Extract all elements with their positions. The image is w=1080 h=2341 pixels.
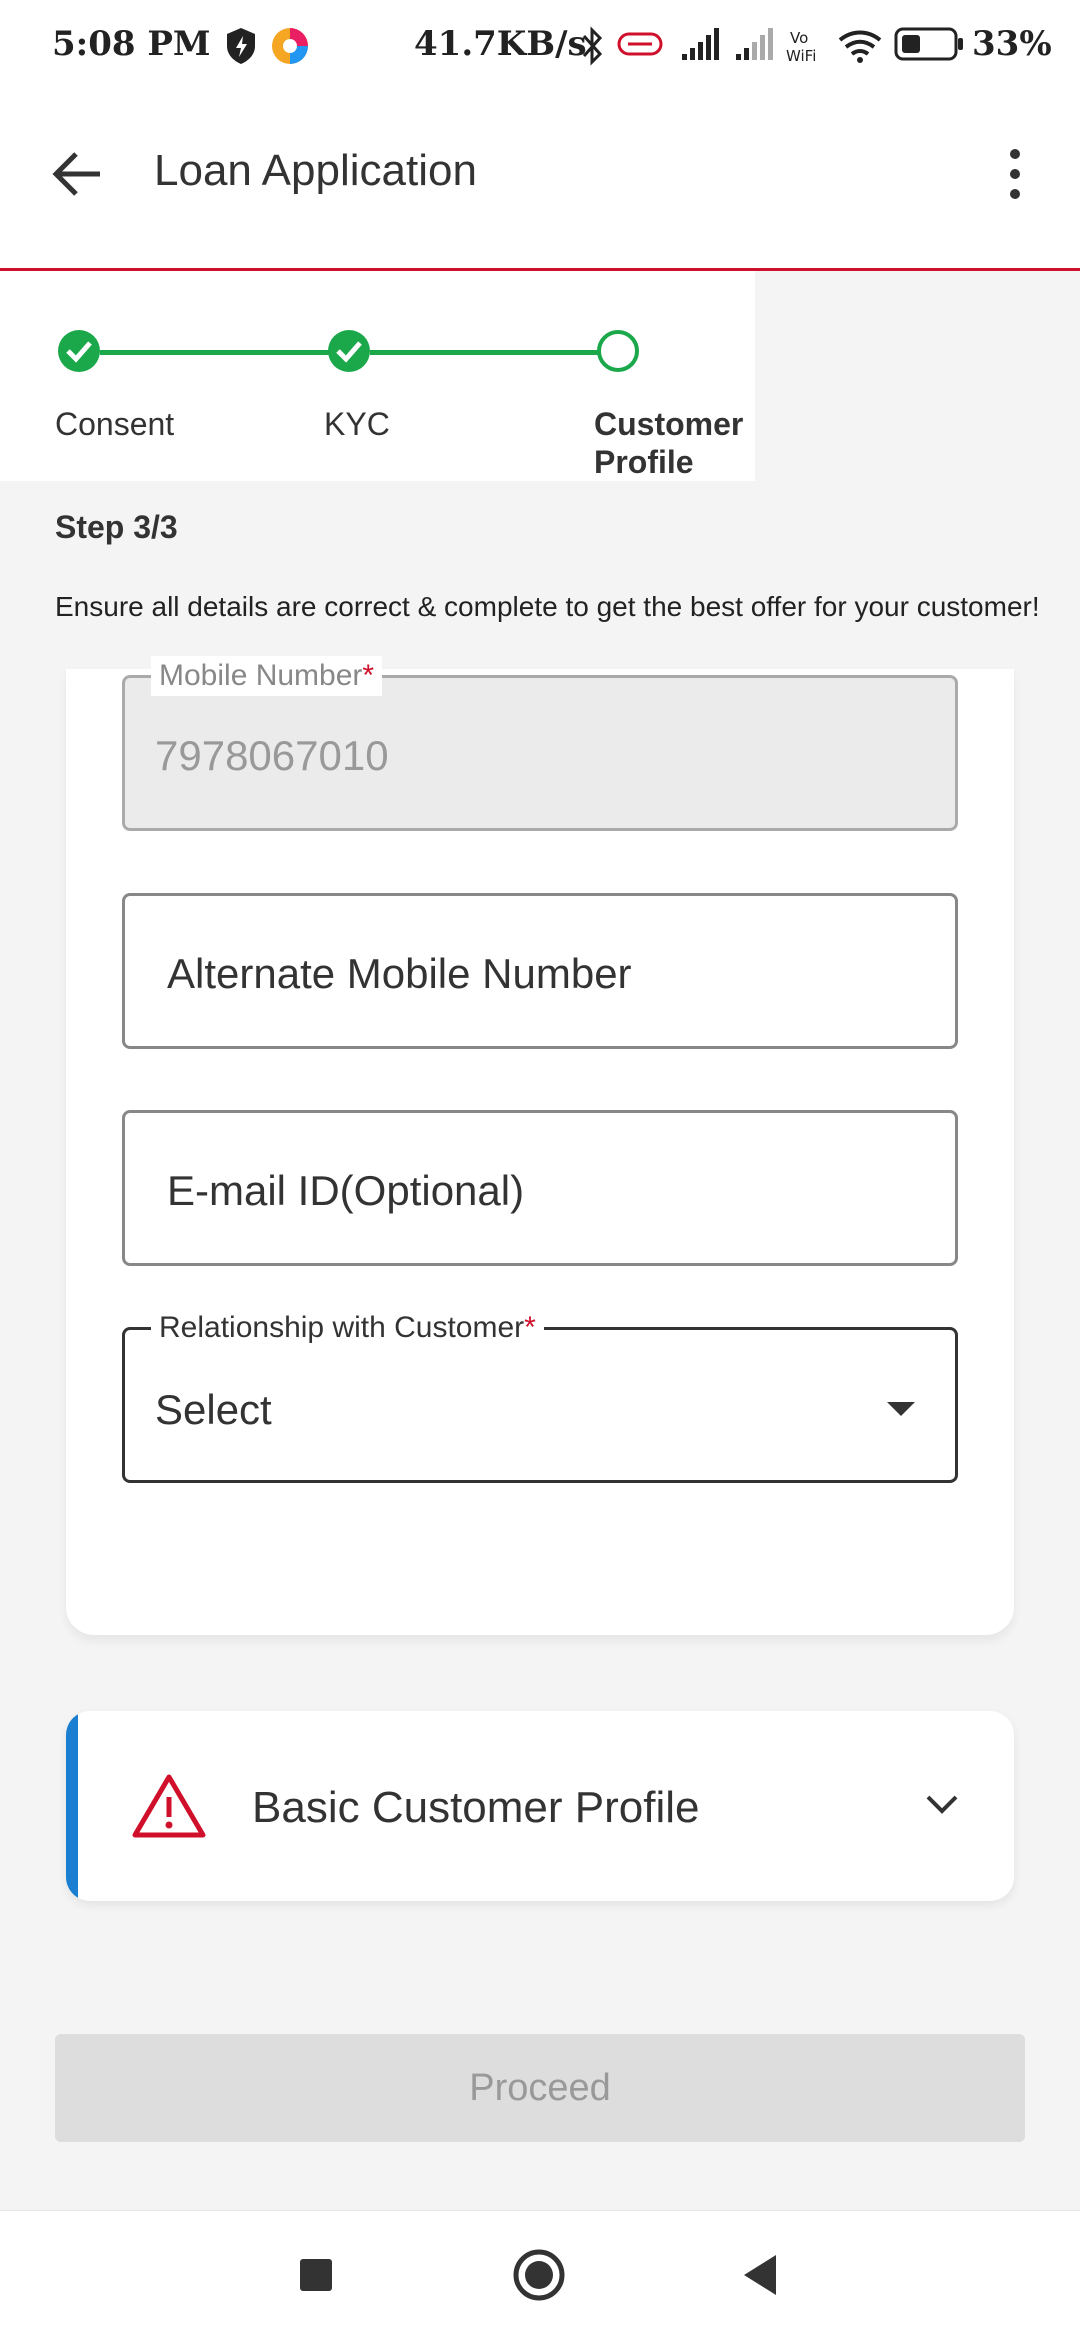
mobile-number-field: Mobile Number* 7978067010 — [122, 656, 958, 831]
back-triangle-icon[interactable] — [740, 2211, 780, 2341]
check-circle-icon — [58, 330, 100, 372]
signal-2-icon — [736, 28, 773, 60]
basic-customer-profile-section[interactable]: Basic Customer Profile — [66, 1711, 1014, 1901]
step-label-consent: Consent — [55, 406, 175, 442]
mobile-number-value: 7978067010 — [155, 732, 389, 779]
system-nav-bar — [0, 2210, 1080, 2341]
battery-percent: 33% — [972, 24, 1052, 64]
svg-text:Vo: Vo — [790, 29, 808, 47]
home-circle-icon[interactable] — [512, 2211, 566, 2341]
proceed-button[interactable]: Proceed — [55, 2034, 1025, 2142]
relationship-value: Select — [155, 1386, 272, 1433]
step-hint: Ensure all details are correct & complet… — [55, 591, 1040, 622]
stepper-connector — [100, 350, 330, 355]
back-arrow-icon[interactable] — [50, 146, 106, 202]
step-label-kyc: KYC — [324, 406, 390, 442]
chevron-down-icon[interactable] — [924, 1793, 960, 1815]
warning-icon — [132, 1774, 206, 1838]
alternate-mobile-input[interactable]: Alternate Mobile Number — [122, 893, 958, 1049]
status-bar: 5:08 PM 41.7KB/s Vo WiFi 33% — [0, 0, 1080, 96]
wifi-icon — [838, 30, 882, 63]
mobile-number-label: Mobile Number* — [151, 656, 383, 696]
battery-icon — [894, 27, 963, 61]
status-time: 5:08 PM — [52, 24, 211, 64]
relationship-label: Relationship with Customer* — [151, 1308, 544, 1348]
vowifi-icon: Vo WiFi — [786, 29, 816, 65]
relationship-select[interactable]: Relationship with Customer* Select — [122, 1308, 958, 1483]
more-options-icon[interactable] — [1000, 146, 1030, 202]
page-title: Loan Application — [154, 146, 477, 195]
stepper-connector — [370, 350, 600, 355]
email-placeholder: E-mail ID(Optional) — [167, 1167, 525, 1214]
recents-square-icon[interactable] — [298, 2211, 334, 2341]
app-notification-icon — [272, 28, 308, 64]
signal-icon — [682, 28, 719, 60]
progress-stepper: Consent KYC Customer Profile — [0, 271, 755, 481]
bluetooth-icon — [582, 26, 603, 66]
section-title: Basic Customer Profile — [252, 1783, 700, 1832]
step-count: Step 3/3 — [55, 509, 178, 545]
shield-icon — [227, 28, 255, 64]
step-info: Step 3/3 Ensure all details are correct … — [0, 481, 1080, 669]
current-step-circle-icon — [597, 330, 639, 372]
dropdown-caret-icon — [887, 1402, 915, 1416]
network-speed: 41.7KB/s — [414, 24, 587, 64]
email-input[interactable]: E-mail ID(Optional) — [122, 1110, 958, 1266]
step-label-customer-profile: Customer Profile — [594, 406, 744, 480]
check-circle-icon — [328, 330, 370, 372]
app-bar: Loan Application — [0, 96, 1080, 271]
section-accent-bar — [66, 1711, 78, 1901]
svg-text:WiFi: WiFi — [786, 47, 816, 65]
alternate-mobile-placeholder: Alternate Mobile Number — [167, 950, 632, 997]
customer-form-card: Mobile Number* 7978067010 Alternate Mobi… — [66, 656, 1014, 1635]
link-icon — [617, 32, 663, 56]
